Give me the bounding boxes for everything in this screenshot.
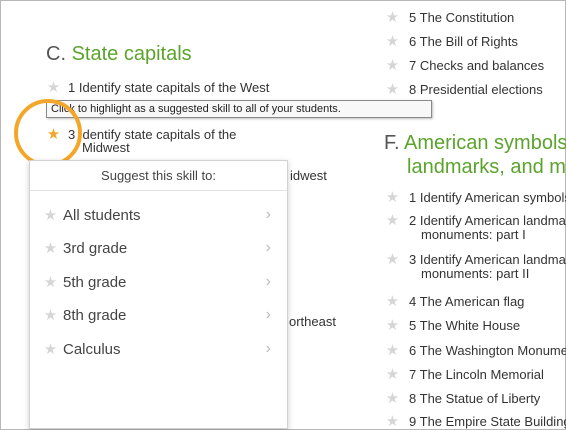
skill-row[interactable]: ★ 8 The Statue of Liberty [385, 391, 566, 409]
menu-item-label: All students [63, 207, 141, 224]
star-icon: ★ [43, 240, 58, 257]
menu-item-3rd-grade[interactable]: ★ 3rd grade › [30, 232, 287, 264]
skill-row[interactable]: ★ 3 Identify American landmarks and monu… [385, 252, 566, 286]
star-icon[interactable]: ★ [385, 10, 400, 25]
menu-item-all-students[interactable]: ★ All students › [30, 199, 287, 231]
skill-row[interactable]: ★ 6 The Bill of Rights [385, 34, 566, 52]
star-icon[interactable]: ★ [385, 391, 400, 406]
menu-item-label: Calculus [63, 341, 121, 358]
star-icon: ★ [43, 341, 58, 358]
skill-number: 1 [68, 80, 76, 95]
star-icon[interactable]: ★ [385, 414, 400, 429]
skill-number: 4 [409, 294, 417, 309]
skill-link[interactable]: Presidential elections [420, 82, 543, 97]
skill-number: 5 [409, 10, 417, 25]
skill-row-selected[interactable]: ★ 3 Identify state capitals of the Midwe… [46, 127, 366, 159]
section-letter: C. [46, 43, 66, 65]
menu-heading: Suggest this skill to: [30, 161, 287, 191]
menu-item-label: 3rd grade [63, 240, 128, 257]
star-icon[interactable]: ★ [385, 367, 400, 382]
star-icon[interactable]: ★ [385, 34, 400, 49]
skill-row[interactable]: ★ 2 Identify American landmarks and monu… [385, 213, 566, 247]
section-name: landmarks, and mo [407, 156, 566, 178]
skill-link-line2[interactable]: monuments: part II [421, 267, 529, 281]
skill-number: 7 [409, 58, 417, 73]
star-icon: ★ [43, 307, 58, 324]
skill-row[interactable]: ★ 7 Checks and balances [385, 58, 566, 76]
skill-row[interactable]: ★ 5 The Constitution [385, 10, 566, 28]
skill-row[interactable]: ★ 9 The Empire State Building [385, 414, 566, 430]
star-icon[interactable]: ★ [385, 213, 400, 228]
skill-link-line2[interactable]: monuments: part I [421, 228, 526, 242]
star-icon[interactable]: ★ [385, 294, 400, 309]
section-c-title: C. State capitals [46, 42, 192, 66]
skill-row[interactable]: ★ 1 Identify state capitals of the West [46, 80, 366, 96]
star-icon[interactable]: ★ [46, 80, 61, 95]
skill-link[interactable]: Identify state capitals of the West [79, 80, 270, 95]
skill-link[interactable]: The Statue of Liberty [420, 391, 541, 406]
star-icon[interactable]: ★ [385, 318, 400, 333]
skill-number: 9 [409, 414, 417, 429]
skill-number: 8 [409, 82, 417, 97]
skill-link[interactable]: The Constitution [420, 10, 515, 25]
skill-link[interactable]: Identify American landmarks and [420, 252, 566, 267]
menu-item-label: 8th grade [63, 307, 127, 324]
skill-row[interactable]: ★ 4 The American flag [385, 294, 566, 312]
partial-skill-text[interactable]: idwest [290, 168, 327, 183]
skill-number: 2 [409, 213, 417, 228]
menu-item-calculus[interactable]: ★ Calculus › [30, 333, 287, 365]
skill-link[interactable]: The White House [420, 318, 520, 333]
chevron-right-icon: › [265, 239, 271, 256]
skill-number: 5 [409, 318, 417, 333]
skill-link-line2[interactable]: Midwest [82, 141, 130, 155]
menu-item-label: 5th grade [63, 274, 127, 291]
star-icon[interactable]: ★ [385, 82, 400, 97]
tooltip: Click to highlight as a suggested skill … [46, 100, 432, 118]
skill-number: 6 [409, 34, 417, 49]
skill-link[interactable]: Checks and balances [420, 58, 544, 73]
chevron-right-icon: › [265, 340, 271, 357]
skill-row[interactable]: ★ 7 The Lincoln Memorial [385, 367, 566, 385]
skill-link[interactable]: Identify American symbols [420, 190, 566, 205]
partial-skill-text[interactable]: ortheast [289, 314, 336, 329]
skill-link[interactable]: The American flag [420, 294, 525, 309]
skill-link[interactable]: The Empire State Building [420, 414, 566, 429]
star-icon[interactable]: ★ [385, 58, 400, 73]
skill-row[interactable]: ★ 5 The White House [385, 318, 566, 336]
section-f-title: F. American symbols [384, 131, 566, 155]
menu-item-8th-grade[interactable]: ★ 8th grade › [30, 299, 287, 331]
suggest-skill-menu: Suggest this skill to: ★ All students › … [29, 160, 288, 429]
skill-number: 3 [409, 252, 417, 267]
section-letter: F. [384, 132, 400, 154]
star-icon[interactable]: ★ [385, 190, 400, 205]
skill-link[interactable]: The Bill of Rights [420, 34, 518, 49]
star-icon[interactable]: ★ [385, 343, 400, 358]
skill-row[interactable]: ★ 6 The Washington Monument [385, 343, 566, 361]
section-name: American symbols [404, 132, 566, 154]
star-icon[interactable]: ★ [385, 252, 400, 267]
skill-link[interactable]: The Washington Monument [420, 343, 566, 358]
skill-link[interactable]: Identify American landmarks and [420, 213, 566, 228]
skill-row[interactable]: ★ 8 Presidential elections [385, 82, 566, 100]
menu-item-5th-grade[interactable]: ★ 5th grade › [30, 266, 287, 298]
chevron-right-icon: › [265, 206, 271, 223]
section-f-title-line2: landmarks, and mo [407, 155, 566, 179]
skill-number: 1 [409, 190, 417, 205]
highlight-circle [14, 99, 82, 167]
chevron-right-icon: › [265, 306, 271, 323]
skill-number: 7 [409, 367, 417, 382]
star-icon: ★ [43, 207, 58, 224]
section-name: State capitals [71, 43, 192, 65]
star-icon: ★ [43, 274, 58, 291]
chevron-right-icon: › [265, 273, 271, 290]
skill-number: 6 [409, 343, 417, 358]
skill-row[interactable]: ★ 1 Identify American symbols [385, 190, 566, 208]
skill-number: 8 [409, 391, 417, 406]
skill-link[interactable]: The Lincoln Memorial [420, 367, 544, 382]
